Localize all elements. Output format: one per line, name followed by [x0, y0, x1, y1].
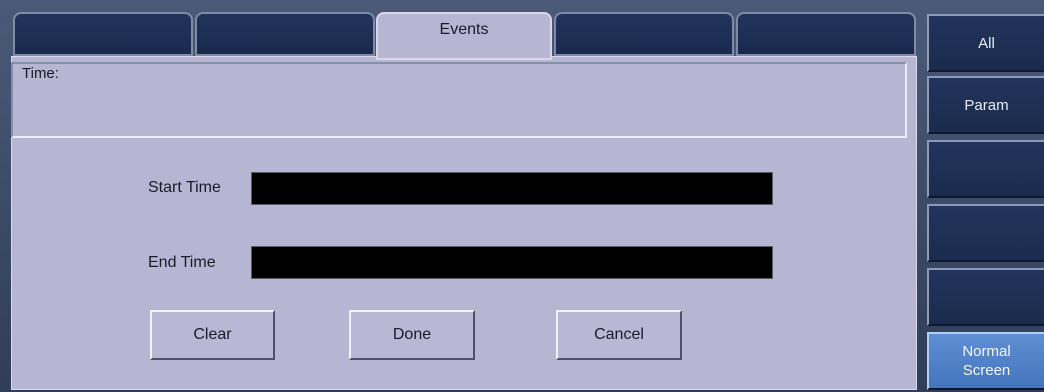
start-time-label: Start Time: [148, 179, 221, 196]
tab-4[interactable]: [554, 12, 734, 56]
param-button[interactable]: Param: [927, 76, 1044, 134]
sidebar-button-3[interactable]: [927, 140, 1044, 198]
all-button[interactable]: All: [927, 14, 1044, 72]
tab-2[interactable]: [195, 12, 375, 56]
end-time-label: End Time: [148, 254, 216, 271]
end-time-field[interactable]: [251, 246, 773, 279]
tab-1[interactable]: [13, 12, 193, 56]
time-label: Time:: [22, 65, 59, 82]
normal-screen-button[interactable]: Normal Screen: [927, 332, 1044, 390]
cancel-button[interactable]: Cancel: [556, 310, 682, 360]
tab-events[interactable]: Events: [376, 12, 552, 60]
done-button[interactable]: Done: [349, 310, 475, 360]
sidebar-button-4[interactable]: [927, 204, 1044, 262]
time-display-box: [11, 62, 907, 138]
sidebar-button-5[interactable]: [927, 268, 1044, 326]
tab-events-label: Events: [439, 21, 489, 38]
clear-button[interactable]: Clear: [150, 310, 275, 360]
tab-5[interactable]: [736, 12, 916, 56]
start-time-field[interactable]: [251, 172, 773, 205]
